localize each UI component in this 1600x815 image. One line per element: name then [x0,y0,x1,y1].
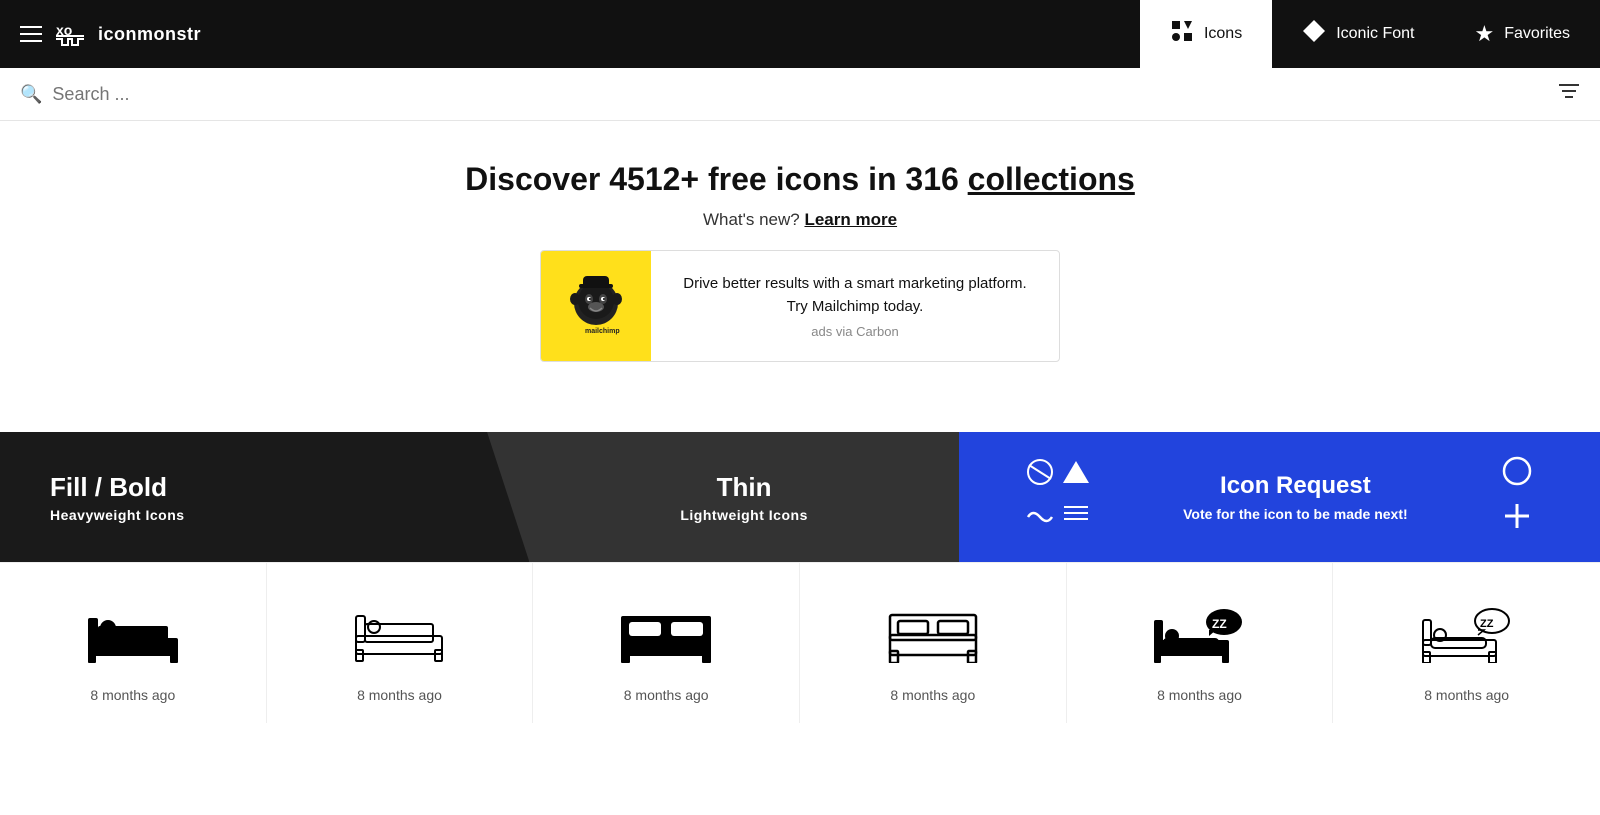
icon-cell-1[interactable]: 8 months ago [0,563,267,723]
icon-timestamp-1: 8 months ago [90,687,175,703]
hero-title-prefix: Discover 4512+ free icons in 316 [465,161,968,197]
circle-outline-icon [1501,455,1533,494]
fill-bold-label: Fill / Bold [50,472,167,503]
icon-timestamp-5: 8 months ago [1157,687,1242,703]
iconic-font-icon [1302,19,1326,49]
hero-section: Discover 4512+ free icons in 316 collect… [0,121,1600,412]
request-center: Icon Request Vote for the icon to be mad… [1183,472,1408,522]
nav-iconic-font-label: Iconic Font [1336,25,1414,43]
logo-icon: xo [54,15,86,53]
ad-title: Drive better results with a smart market… [671,273,1039,318]
svg-text:mailchimp: mailchimp [585,328,620,335]
svg-text:ZZ: ZZ [1480,618,1494,630]
logo-text: iconmonstr [98,24,201,45]
nav-item-icons[interactable]: Icons [1140,0,1272,68]
lines-icon [1062,501,1090,536]
icon-cell-4[interactable]: 8 months ago [800,563,1067,723]
striped-circle-icon [1026,458,1054,493]
whats-new-text: What's new? [703,210,800,229]
icon-cell-3[interactable]: 8 months ago [533,563,800,723]
bed-icon-outline-thin [354,608,444,663]
category-banner: Fill / Bold Heavyweight Icons Thin Light… [0,432,1600,562]
favorites-button[interactable]: ★ Favorites [1444,0,1600,68]
bed-icon-sleeping-filled: ZZ [1154,608,1244,663]
icon-timestamp-3: 8 months ago [624,687,709,703]
bed-icon-filled [88,608,178,663]
bed-icon-bold [621,608,711,663]
request-title: Icon Request [1183,472,1408,500]
thin-label: Thin [717,472,772,503]
ad-logo: mailchimp [541,251,651,361]
icon-timestamp-2: 8 months ago [357,687,442,703]
hero-title: Discover 4512+ free icons in 316 collect… [20,161,1580,198]
collections-link[interactable]: collections [968,161,1135,197]
hero-subtitle: What's new? Learn more [20,210,1580,230]
bed-icon-outline [888,608,978,663]
main-header: xo iconmonstr Icons [0,0,1600,68]
star-icon: ★ [1474,21,1494,47]
nav-icons-label: Icons [1204,25,1242,43]
svg-text:ZZ: ZZ [1212,617,1227,631]
nav-item-iconic-font[interactable]: Iconic Font [1272,0,1444,68]
thin-sublabel: Lightweight Icons [680,507,808,523]
ad-attribution: ads via Carbon [671,324,1039,339]
main-nav: Icons Iconic Font [1140,0,1445,68]
icon-cell-6[interactable]: ZZ 8 months ago [1333,563,1600,723]
wave-icon [1026,501,1054,536]
search-input[interactable] [52,84,1558,105]
header-left: xo iconmonstr [0,0,1140,68]
icon-cell-2[interactable]: 8 months ago [267,563,534,723]
hamburger-menu[interactable] [20,26,42,42]
fill-bold-sublabel: Heavyweight Icons [50,507,185,523]
icon-cell-5[interactable]: ZZ 8 months ago [1067,563,1334,723]
filter-icon[interactable] [1558,82,1580,106]
bed-icon-sleeping-outline: ZZ [1422,608,1512,663]
search-bar: 🔍 [0,68,1600,121]
request-icons-left [1026,458,1090,536]
ad-banner[interactable]: mailchimp Drive better results with a sm… [540,250,1060,362]
request-icons-right [1501,455,1533,539]
favorites-label: Favorites [1504,25,1570,43]
plus-icon [1501,500,1533,539]
category-thin[interactable]: Thin Lightweight Icons [469,432,958,562]
category-icon-request[interactable]: Icon Request Vote for the icon to be mad… [959,432,1600,562]
icon-timestamp-6: 8 months ago [1424,687,1509,703]
icon-grid: 8 months ago 8 months ago 8 months ago [0,562,1600,723]
icon-timestamp-4: 8 months ago [890,687,975,703]
category-fill-bold[interactable]: Fill / Bold Heavyweight Icons [0,432,529,562]
icons-nav-icon [1170,19,1194,49]
search-icon: 🔍 [20,84,42,105]
ad-content: Drive better results with a smart market… [651,257,1059,355]
learn-more-link[interactable]: Learn more [804,210,897,229]
request-sub: Vote for the icon to be made next! [1183,506,1408,522]
triangle-icon [1062,458,1090,493]
